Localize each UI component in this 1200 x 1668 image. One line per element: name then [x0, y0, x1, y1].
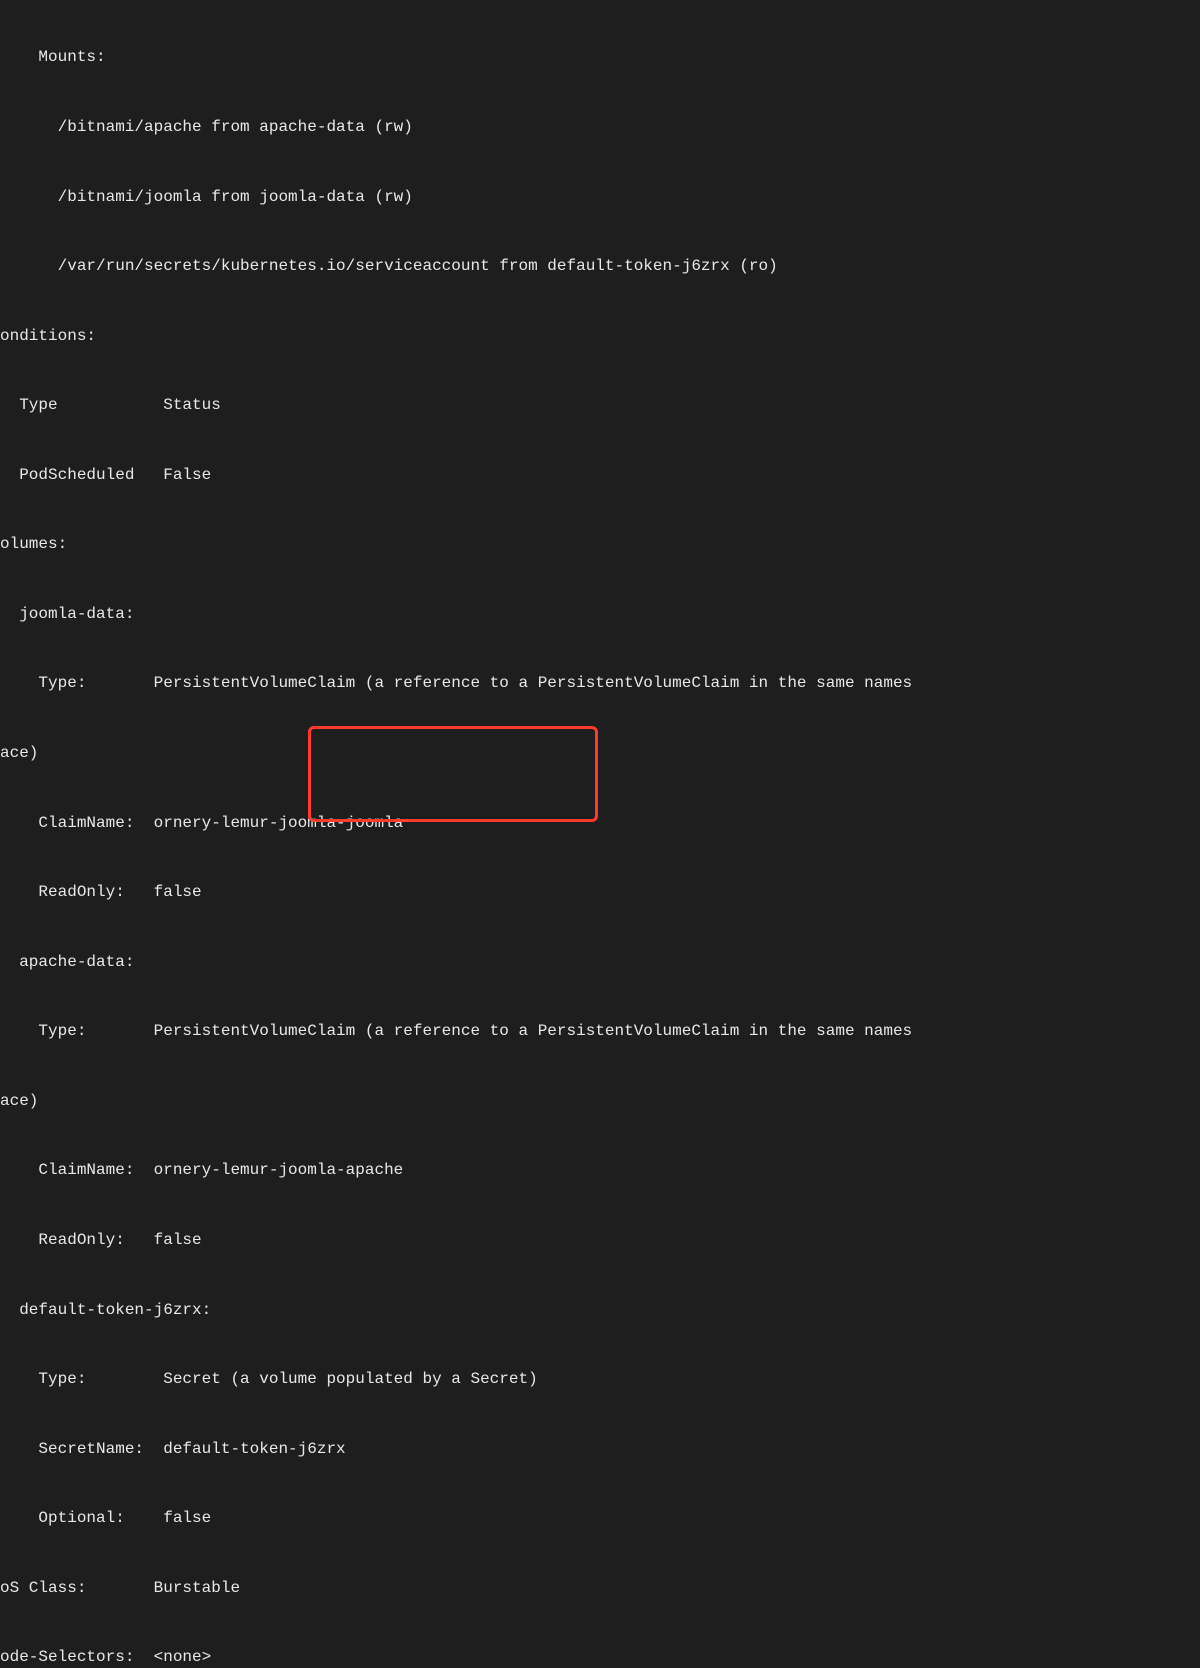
terminal-line: /bitnami/joomla from joomla-data (rw)	[0, 186, 912, 209]
terminal-line: default-token-j6zrx:	[0, 1299, 912, 1322]
terminal-line: ode-Selectors: <none>	[0, 1646, 912, 1668]
terminal-line: onditions:	[0, 325, 912, 348]
terminal-line: Type Status	[0, 394, 912, 417]
terminal-line: /bitnami/apache from apache-data (rw)	[0, 116, 912, 139]
terminal-line: SecretName: default-token-j6zrx	[0, 1438, 912, 1461]
terminal-line: Optional: false	[0, 1507, 912, 1530]
terminal-line: Type: PersistentVolumeClaim (a reference…	[0, 672, 912, 695]
terminal-line: ReadOnly: false	[0, 1229, 912, 1252]
terminal-line: /var/run/secrets/kubernetes.io/serviceac…	[0, 255, 912, 278]
terminal-line: oS Class: Burstable	[0, 1577, 912, 1600]
terminal-line: ReadOnly: false	[0, 881, 912, 904]
terminal-line: ace)	[0, 1090, 912, 1113]
terminal-line: ace)	[0, 742, 912, 765]
terminal-line: Mounts:	[0, 46, 912, 69]
terminal-output[interactable]: Mounts: /bitnami/apache from apache-data…	[0, 0, 912, 1668]
terminal-line: ClaimName: ornery-lemur-joomla-apache	[0, 1159, 912, 1182]
terminal-line: olumes:	[0, 533, 912, 556]
terminal-line: joomla-data:	[0, 603, 912, 626]
terminal-line: apache-data:	[0, 951, 912, 974]
terminal-line: PodScheduled False	[0, 464, 912, 487]
terminal-line: ClaimName: ornery-lemur-joomla-joomla	[0, 812, 912, 835]
terminal-line: Type: PersistentVolumeClaim (a reference…	[0, 1020, 912, 1043]
terminal-line: Type: Secret (a volume populated by a Se…	[0, 1368, 912, 1391]
